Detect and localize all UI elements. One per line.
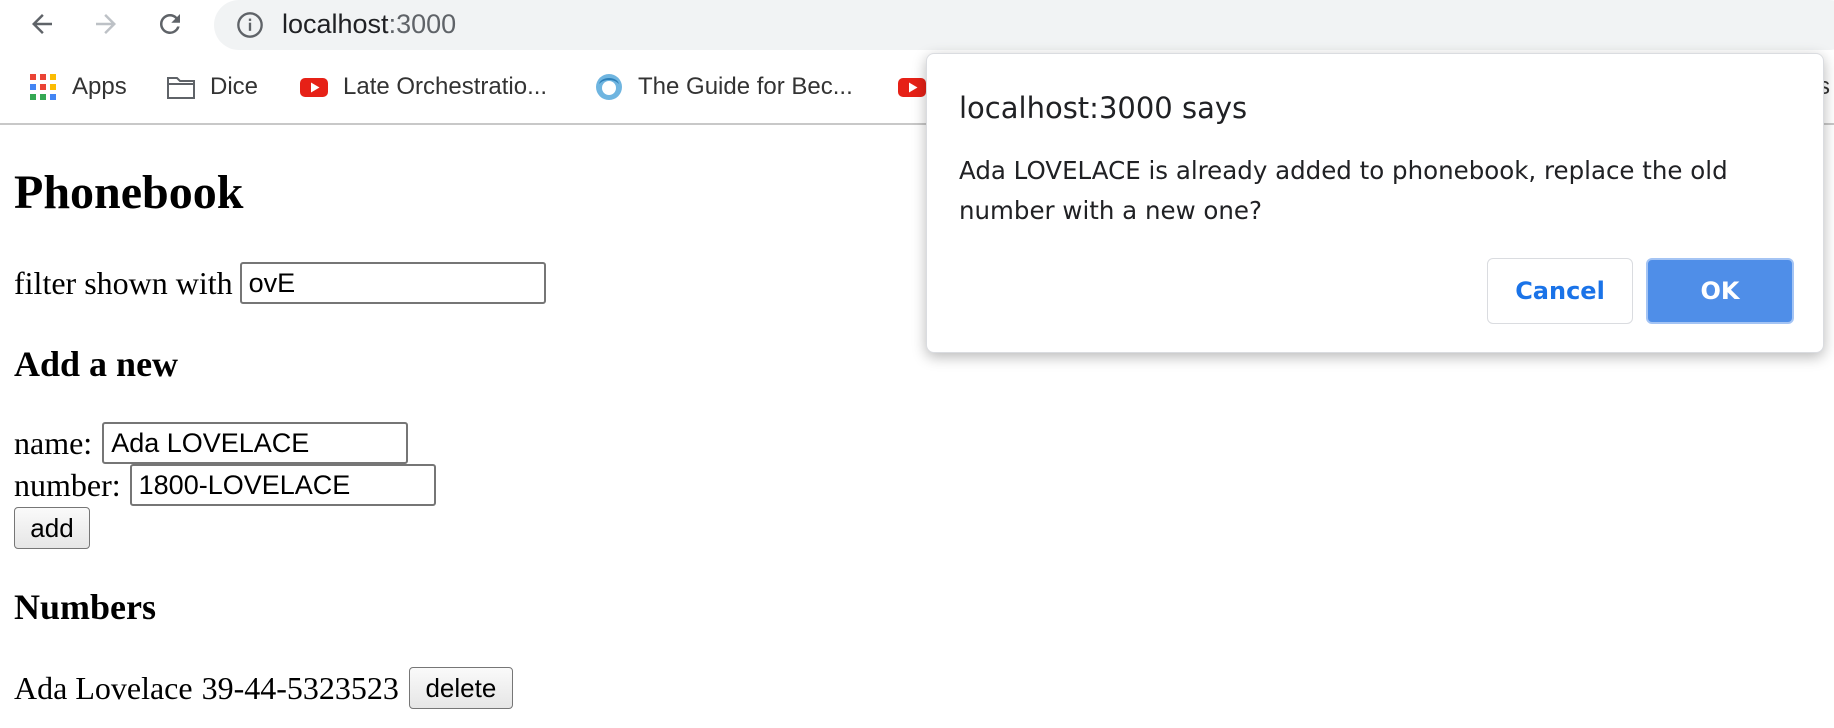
filter-input[interactable]: ovE: [239, 262, 546, 304]
forward-button[interactable]: [86, 4, 126, 44]
number-row: number: 1800-LOVELACE: [14, 464, 436, 506]
bookmark-guide[interactable]: The Guide for Bec...: [594, 62, 853, 112]
url-port: :3000: [388, 9, 457, 39]
reload-button[interactable]: [150, 4, 190, 44]
page-title: Phonebook: [14, 166, 244, 219]
youtube-icon: [898, 78, 926, 97]
address-bar[interactable]: localhost:3000: [214, 0, 1834, 50]
cancel-button[interactable]: Cancel: [1487, 258, 1633, 324]
reload-icon: [159, 13, 180, 34]
entry-number: 39-44-5323523: [201, 670, 399, 706]
info-icon[interactable]: [236, 11, 264, 39]
filter-row: filter shown with ovE: [14, 262, 546, 304]
name-input[interactable]: Ada LOVELACE: [102, 422, 409, 464]
url-host: localhost: [282, 9, 389, 39]
dialog-title: localhost:3000 says: [959, 91, 1248, 125]
name-input-value: Ada LOVELACE: [111, 428, 310, 458]
dialog-message: Ada LOVELACE is already added to phonebo…: [959, 156, 1728, 225]
apps-grid-icon: [30, 74, 56, 100]
numbers-heading: Numbers: [14, 587, 156, 627]
bookmark-label: Late Orchestratio...: [343, 73, 548, 100]
add-button[interactable]: add: [14, 507, 90, 549]
arrow-left-icon: [32, 14, 52, 34]
filter-input-value: ovE: [248, 268, 296, 298]
bookmark-label: Dice: [210, 73, 259, 100]
bookmark-label: The Guide for Bec...: [638, 73, 853, 100]
add-heading: Add a new: [14, 344, 179, 384]
youtube-icon: [300, 78, 328, 97]
avatar-icon: [596, 74, 622, 100]
bookmark-label: Apps: [72, 73, 127, 100]
ok-button[interactable]: OK: [1646, 258, 1794, 324]
folder-icon: [167, 77, 195, 99]
bookmark-late-orchestration[interactable]: Late Orchestratio...: [299, 62, 547, 112]
bookmark-apps[interactable]: Apps: [28, 62, 127, 112]
list-item: Ada Lovelace 39-44-5323523 delete: [14, 667, 513, 709]
number-input[interactable]: 1800-LOVELACE: [129, 464, 436, 506]
bookmark-dice[interactable]: Dice: [166, 62, 258, 112]
arrow-right-icon: [96, 14, 116, 34]
delete-button[interactable]: delete: [408, 667, 513, 709]
name-label: name:: [14, 425, 93, 461]
name-row: name: Ada LOVELACE: [14, 422, 409, 464]
number-label: number:: [14, 467, 121, 503]
back-button[interactable]: [22, 4, 62, 44]
url-text: localhost:3000: [282, 6, 456, 42]
confirm-dialog: localhost:3000 says Ada LOVELACE is alre…: [926, 53, 1824, 353]
filter-label: filter shown with: [14, 265, 233, 301]
entry-name: Ada Lovelace: [14, 670, 193, 706]
browser-toolbar: localhost:3000: [0, 0, 1834, 50]
number-input-value: 1800-LOVELACE: [138, 470, 351, 500]
